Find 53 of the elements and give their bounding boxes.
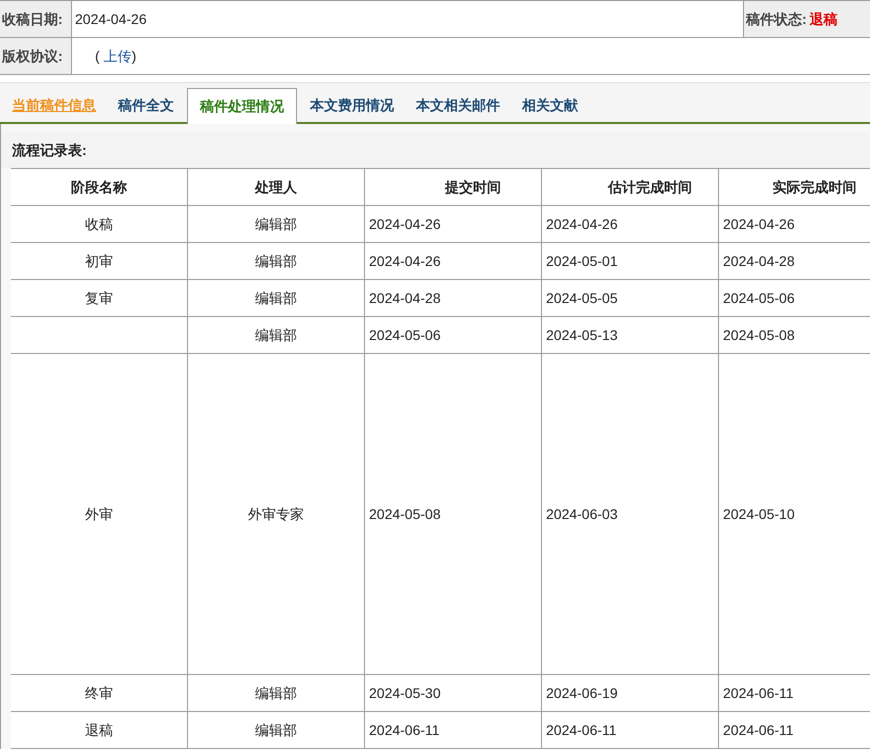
table-cell: 收稿: [11, 206, 188, 242]
paren-text: ): [132, 46, 136, 66]
table-cell-text: 2024-06-11: [722, 684, 795, 702]
table-cell: 2024-06-11: [365, 712, 542, 748]
table-cell: 2024-04-26: [365, 206, 542, 242]
table-cell-text: 2024-05-10: [722, 504, 796, 524]
table-cell-text: 2024-06-11: [722, 720, 795, 740]
table-cell: 编辑部: [188, 317, 365, 353]
field-value: 2024-04-26: [74, 10, 148, 28]
table-cell: 外审专家: [188, 354, 365, 674]
field-label: 收稿日期:: [0, 1, 72, 37]
tab[interactable]: 稿件全文: [109, 88, 183, 122]
table-cell: 编辑部: [188, 206, 365, 242]
column-header: 处理人: [188, 169, 365, 205]
table-cell: 2024-04-28: [365, 280, 542, 316]
column-header: 估计完成时间: [542, 169, 719, 205]
table-cell: 复审: [11, 280, 188, 316]
table-cell-text: 2024-05-06: [722, 288, 796, 308]
table-cell: 退稿: [11, 712, 188, 748]
tab[interactable]: 相关文献: [513, 88, 587, 122]
field-label: 版权协议:: [0, 38, 72, 74]
section-title: 流程记录表:: [1, 132, 870, 168]
table-cell: 2024-06-03: [542, 354, 719, 674]
tab[interactable]: 稿件处理情况: [187, 88, 297, 124]
column-header: 实际完成时间: [772, 178, 858, 196]
table-cell: 编辑部: [188, 280, 365, 316]
table-cell: 2024-06-19: [542, 675, 719, 711]
table-cell-text: 2024-05-08: [722, 326, 796, 344]
table-cell: 2024-05-30: [365, 675, 542, 711]
table-cell: 2024-05-13: [542, 317, 719, 353]
table-cell: 初审: [11, 243, 188, 279]
table-cell: 编辑部: [188, 243, 365, 279]
column-header: 提交时间: [365, 169, 542, 205]
table-cell: 2024-05-08: [365, 354, 542, 674]
table-cell: 编辑部: [188, 712, 365, 748]
table-cell: 外审: [11, 354, 188, 674]
table-cell-text: 2024-04-26: [722, 214, 796, 234]
table-cell: 2024-05-05: [542, 280, 719, 316]
paren-text: (: [95, 46, 100, 66]
tab[interactable]: 本文费用情况: [301, 88, 403, 122]
table-cell: 2024-04-26: [365, 243, 542, 279]
table-cell: 终审: [11, 675, 188, 711]
table-cell: 2024-05-01: [542, 243, 719, 279]
status-value: 退稿: [810, 10, 838, 28]
table-cell: 2024-04-26: [542, 206, 719, 242]
field-label: 稿件状态:: [746, 10, 807, 28]
table-cell: 2024-05-06: [365, 317, 542, 353]
table-cell-text: 2024-04-28: [722, 252, 796, 270]
table-cell: 2024-06-11: [542, 712, 719, 748]
upload-link[interactable]: 上传: [104, 46, 132, 66]
column-header: 阶段名称: [11, 169, 188, 205]
tab[interactable]: 本文相关邮件: [407, 88, 509, 122]
table-cell: 编辑部: [188, 675, 365, 711]
